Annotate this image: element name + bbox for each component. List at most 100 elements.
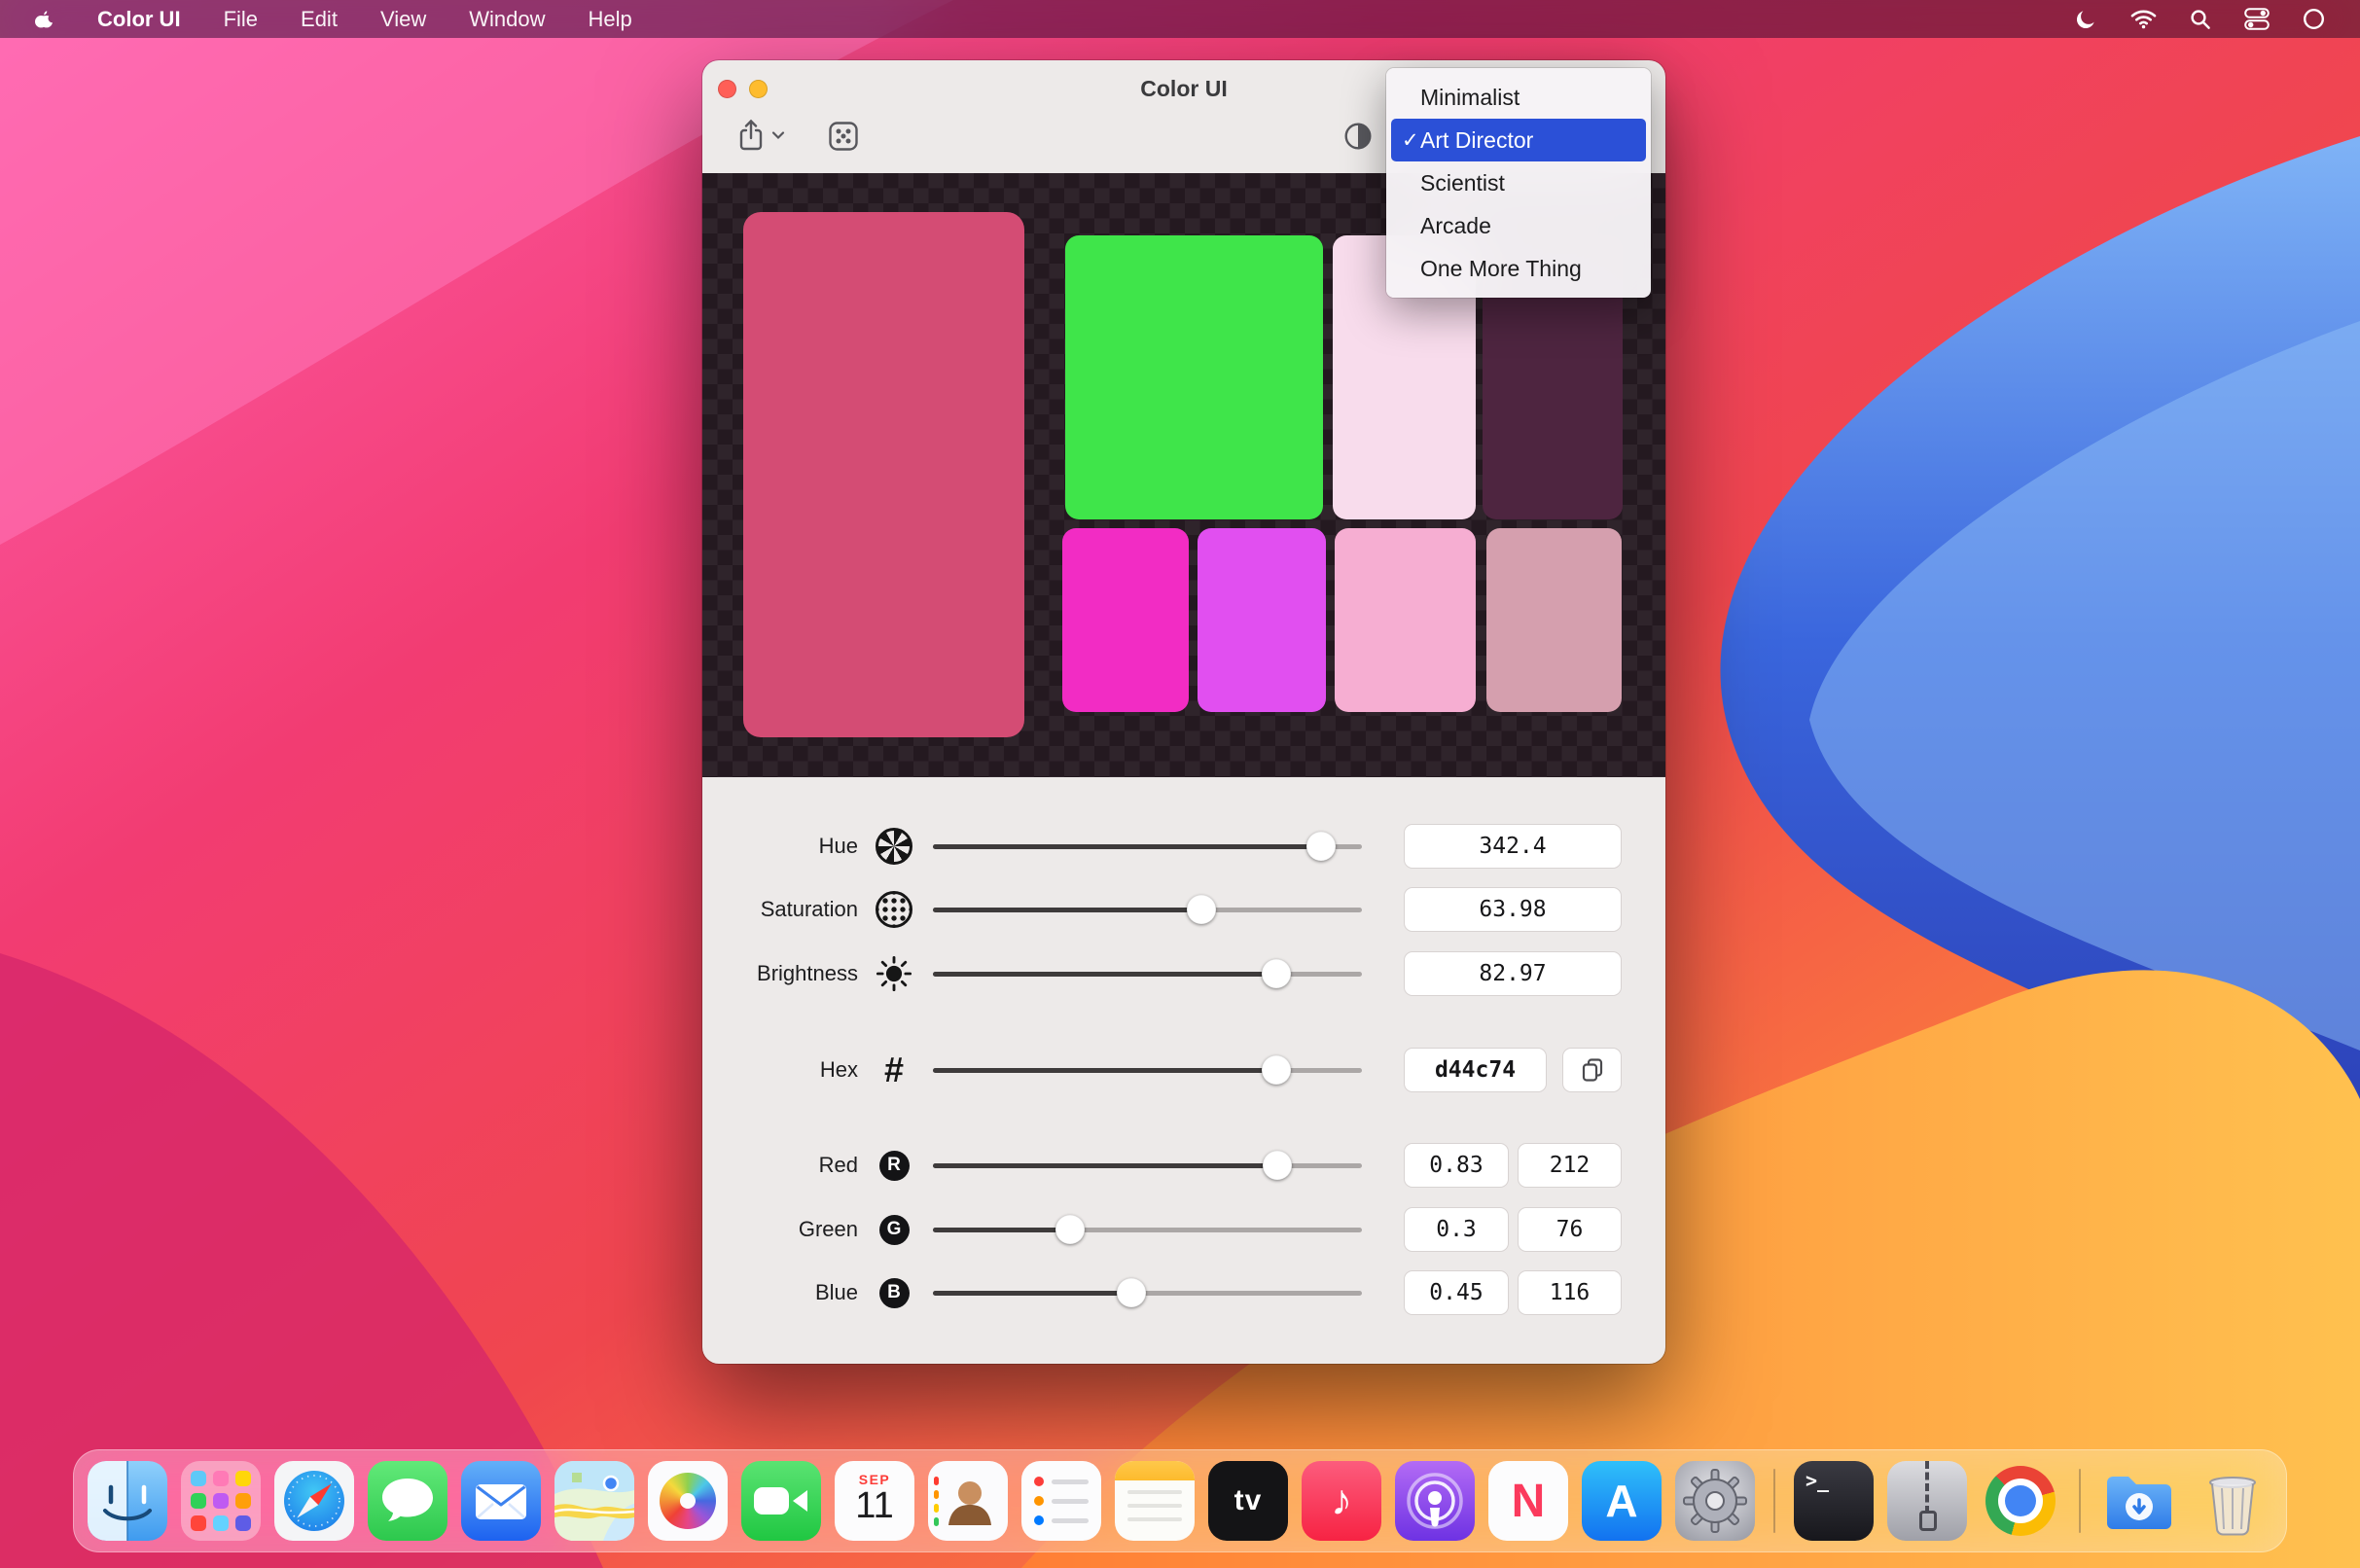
dock-launchpad-icon[interactable]	[181, 1461, 261, 1541]
dock-messages-icon[interactable]	[368, 1461, 447, 1541]
menu-item-scientist[interactable]: Scientist	[1391, 161, 1646, 204]
dock-facetime-icon[interactable]	[741, 1461, 821, 1541]
randomize-button[interactable]	[828, 121, 859, 152]
theme-popup-button[interactable]	[1343, 122, 1373, 151]
brightness-slider-thumb[interactable]	[1262, 959, 1291, 988]
chrome-logo	[1985, 1466, 2056, 1536]
hue-slider-thumb[interactable]	[1306, 832, 1336, 861]
menu-help[interactable]: Help	[588, 7, 631, 32]
red-label: Red	[702, 1143, 858, 1188]
menu-item-label: Arcade	[1420, 213, 1491, 239]
saturation-label: Saturation	[702, 887, 858, 932]
swatch-magenta[interactable]	[1062, 528, 1189, 712]
share-button[interactable]	[737, 119, 785, 152]
saturation-value: 63.98	[1479, 897, 1546, 922]
menu-item-one-more-thing[interactable]: One More Thing	[1391, 247, 1646, 290]
dock-maps-icon[interactable]	[554, 1461, 634, 1541]
swatch-dusty-rose[interactable]	[1486, 528, 1622, 712]
brightness-value-field[interactable]: 82.97	[1404, 951, 1622, 996]
brightness-label: Brightness	[702, 951, 858, 996]
green-integer-field[interactable]: 76	[1518, 1207, 1622, 1252]
dock-photos-icon[interactable]	[648, 1461, 728, 1541]
dock-app-store-icon[interactable]: A	[1582, 1461, 1662, 1541]
dock-safari-icon[interactable]	[274, 1461, 354, 1541]
dock-chrome-icon[interactable]	[1981, 1461, 2060, 1541]
slider-track	[933, 908, 1362, 912]
dock-news-icon[interactable]: N	[1488, 1461, 1568, 1541]
saturation-value-field[interactable]: 63.98	[1404, 887, 1622, 932]
copy-hex-button[interactable]	[1562, 1048, 1622, 1092]
terminal-prompt-glyph: >_	[1806, 1469, 1829, 1492]
sun-icon	[876, 955, 912, 992]
search-icon[interactable]	[2190, 9, 2211, 30]
apple-menu-icon[interactable]	[33, 9, 54, 30]
green-slider-thumb[interactable]	[1055, 1215, 1085, 1244]
dock-trash-icon[interactable]	[2193, 1461, 2272, 1541]
blue-slider-thumb[interactable]	[1117, 1278, 1146, 1307]
dock-downloads-icon[interactable]	[2099, 1461, 2179, 1541]
swatch-green[interactable]	[1065, 235, 1323, 519]
menu-item-art-director[interactable]: ✓ Art Director	[1391, 119, 1646, 161]
menu-item-minimalist[interactable]: Minimalist	[1391, 76, 1646, 119]
hue-value-field[interactable]: 342.4	[1404, 824, 1622, 869]
menu-view[interactable]: View	[380, 7, 426, 32]
hash-icon: #	[876, 1051, 912, 1088]
green-fraction-field[interactable]: 0.3	[1404, 1207, 1509, 1252]
dock-system-preferences-icon[interactable]	[1675, 1461, 1755, 1541]
menu-file[interactable]: File	[224, 7, 258, 32]
saturation-slider-thumb[interactable]	[1187, 895, 1216, 924]
red-integer: 212	[1550, 1153, 1591, 1178]
brightness-slider[interactable]	[933, 951, 1362, 996]
red-integer-field[interactable]: 212	[1518, 1143, 1622, 1188]
dock-notes-icon[interactable]	[1115, 1461, 1195, 1541]
swatch-violet[interactable]	[1198, 528, 1326, 712]
copy-icon	[1580, 1056, 1605, 1084]
reminder-line	[1034, 1496, 1089, 1506]
hex-value-field[interactable]: d44c74	[1404, 1048, 1547, 1092]
menu-item-label: Minimalist	[1420, 85, 1520, 111]
red-slider[interactable]	[933, 1143, 1362, 1188]
red-slider-thumb[interactable]	[1263, 1151, 1292, 1180]
notes-header	[1115, 1461, 1195, 1480]
dock-calendar-icon[interactable]: SEP 11	[835, 1461, 914, 1541]
control-center-icon[interactable]	[2244, 8, 2270, 30]
moon-icon[interactable]	[2074, 8, 2097, 31]
hue-slider[interactable]	[933, 824, 1362, 869]
dock-apple-tv-icon[interactable]: tv	[1208, 1461, 1288, 1541]
app-store-glyph: A	[1605, 1475, 1637, 1527]
dock-archive-utility-icon[interactable]	[1887, 1461, 1967, 1541]
swatch-pink[interactable]	[1335, 528, 1476, 712]
blue-row: Blue B 0.45 116	[702, 1270, 1665, 1315]
wifi-icon[interactable]	[2130, 9, 2157, 29]
hex-slider-thumb[interactable]	[1262, 1055, 1291, 1085]
blue-fraction: 0.45	[1429, 1280, 1483, 1305]
music-note-glyph: ♪	[1331, 1477, 1352, 1525]
reminder-line	[1034, 1515, 1089, 1525]
dock-finder-icon[interactable]	[88, 1461, 167, 1541]
menu-bar: Color UI File Edit View Window Help	[0, 0, 2360, 38]
blue-fraction-field[interactable]: 0.45	[1404, 1270, 1509, 1315]
brightness-row: Brightness 82.97	[702, 951, 1665, 996]
red-fraction-field[interactable]: 0.83	[1404, 1143, 1509, 1188]
menu-item-label: Scientist	[1420, 170, 1505, 196]
aperture-icon	[876, 828, 912, 865]
dock-mail-icon[interactable]	[461, 1461, 541, 1541]
dock-contacts-icon[interactable]	[928, 1461, 1008, 1541]
swatch-current-color[interactable]	[743, 212, 1024, 737]
dock-music-icon[interactable]: ♪	[1302, 1461, 1381, 1541]
theme-menu: Minimalist ✓ Art Director Scientist Arca…	[1386, 68, 1651, 298]
green-slider[interactable]	[933, 1207, 1362, 1252]
menu-window[interactable]: Window	[469, 7, 545, 32]
blue-slider[interactable]	[933, 1270, 1362, 1315]
menu-item-arcade[interactable]: Arcade	[1391, 204, 1646, 247]
dock-terminal-icon[interactable]: >_	[1794, 1461, 1874, 1541]
user-circle-icon[interactable]	[2303, 8, 2325, 30]
hex-slider[interactable]	[933, 1048, 1362, 1092]
saturation-slider[interactable]	[933, 887, 1362, 932]
dock-reminders-icon[interactable]	[1021, 1461, 1101, 1541]
blue-integer-field[interactable]: 116	[1518, 1270, 1622, 1315]
red-badge-icon: R	[876, 1147, 912, 1184]
menubar-app-name[interactable]: Color UI	[97, 7, 181, 32]
menu-edit[interactable]: Edit	[301, 7, 338, 32]
dock-podcasts-icon[interactable]	[1395, 1461, 1475, 1541]
